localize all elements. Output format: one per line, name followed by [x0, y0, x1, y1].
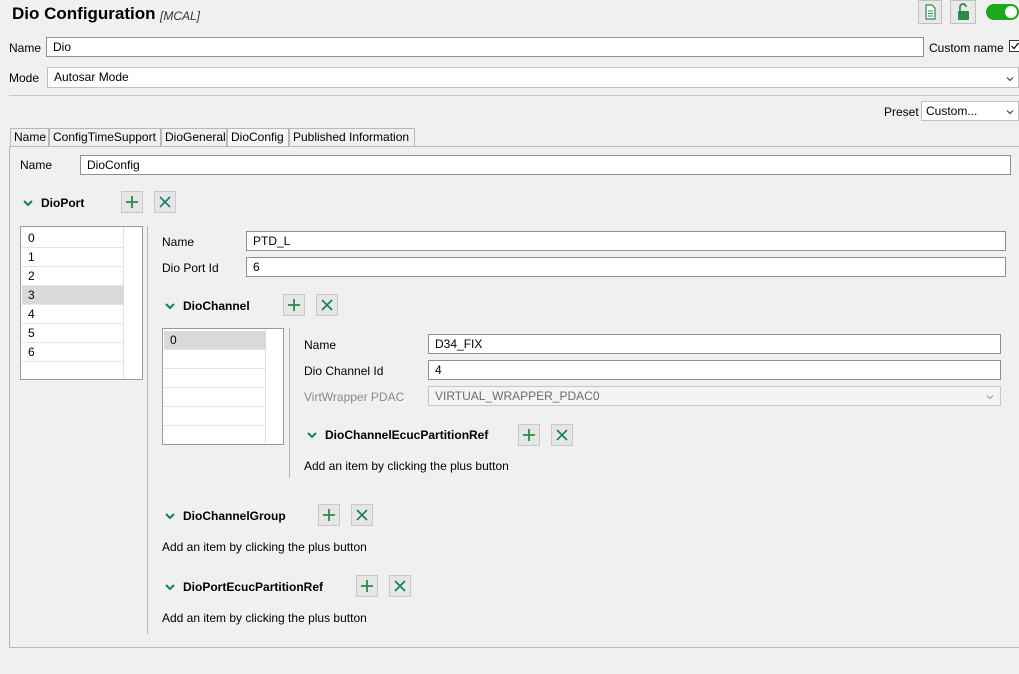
diochannel-name-input[interactable]: D34_FIX [428, 334, 1001, 354]
diochannel-title: DioChannel [183, 299, 250, 313]
remove-diochannel-ecuc-button[interactable] [551, 424, 573, 446]
dioport-title: DioPort [41, 196, 85, 210]
custom-name-label: Custom name [929, 41, 1004, 55]
dioport-name-input[interactable]: PTD_L [246, 231, 1006, 251]
list-item [164, 388, 266, 407]
list-item[interactable]: 6 [22, 343, 124, 362]
add-diochannelgroup-button[interactable] [318, 504, 340, 526]
divider [9, 95, 1019, 96]
page-subtitle: [MCAL] [160, 9, 201, 23]
list-item[interactable]: 0 [164, 331, 266, 350]
custom-name-checkbox[interactable] [1009, 40, 1019, 52]
add-dioport-ecuc-button[interactable] [356, 575, 378, 597]
close-icon [394, 580, 406, 592]
remove-diochannelgroup-button[interactable] [351, 504, 373, 526]
plus-icon [288, 299, 300, 311]
list-item[interactable]: 2 [22, 267, 124, 286]
plus-icon [126, 196, 138, 208]
preset-select-value: Custom... [926, 104, 978, 118]
list-item [164, 369, 266, 388]
close-icon [159, 196, 171, 208]
list-item[interactable]: 1 [22, 248, 124, 267]
page-title: Dio Configuration [12, 4, 156, 23]
virtwrapper-label: VirtWrapper PDAC [304, 390, 405, 404]
tab-name[interactable]: Name [10, 128, 49, 146]
plus-icon [361, 580, 373, 592]
name-input[interactable]: Dio [46, 37, 924, 57]
chevron-down-icon[interactable] [164, 510, 176, 522]
chevron-down-icon[interactable] [22, 197, 34, 209]
list-item[interactable]: 5 [22, 324, 124, 343]
dioport-ecuc-title: DioPortEcucPartitionRef [183, 580, 324, 594]
lock-open-icon[interactable] [950, 0, 976, 24]
dioport-id-input[interactable]: 6 [246, 257, 1006, 277]
chevron-down-icon[interactable] [164, 581, 176, 593]
chevron-down-icon [1006, 110, 1014, 115]
list-item[interactable]: 4 [22, 305, 124, 324]
diochannel-ecuc-hint: Add an item by clicking the plus button [304, 459, 509, 473]
add-dioport-button[interactable] [121, 191, 143, 213]
chevron-down-icon[interactable] [306, 429, 318, 441]
file-icon[interactable] [918, 0, 942, 24]
remove-diochannel-button[interactable] [316, 294, 338, 316]
dioport-ecuc-hint: Add an item by clicking the plus button [162, 611, 367, 625]
diochannel-name-label: Name [304, 338, 337, 352]
chevron-down-icon [1006, 76, 1014, 81]
tab-dio-config[interactable]: DioConfig [227, 128, 289, 146]
diochannel-ecuc-title: DioChannelEcucPartitionRef [325, 428, 489, 442]
divider [289, 328, 290, 478]
chevron-down-icon [986, 395, 994, 400]
plus-icon [523, 429, 535, 441]
preset-label: Preset [884, 105, 919, 119]
remove-dioport-button[interactable] [154, 191, 176, 213]
add-diochannel-ecuc-button[interactable] [518, 424, 540, 446]
divider [147, 226, 148, 634]
diochannelgroup-title: DioChannelGroup [183, 509, 286, 523]
close-icon [321, 299, 333, 311]
virtwrapper-select-value: VIRTUAL_WRAPPER_PDAC0 [435, 389, 600, 403]
diochannel-id-label: Dio Channel Id [304, 364, 384, 378]
list-item[interactable]: 3 [22, 286, 124, 305]
list-item [164, 407, 266, 426]
preset-select[interactable]: Custom... [921, 101, 1019, 121]
tab-published-information[interactable]: Published Information [289, 128, 415, 146]
dioport-name-label: Name [162, 235, 195, 249]
tab-config-time-support[interactable]: ConfigTimeSupport [49, 128, 161, 146]
mode-select-value: Autosar Mode [54, 70, 129, 84]
dioport-id-label: Dio Port Id [162, 261, 219, 275]
close-icon [556, 429, 568, 441]
list-item[interactable]: 0 [22, 229, 124, 248]
dioconfig-name-label: Name [20, 158, 53, 172]
mode-label: Mode [9, 71, 40, 85]
tab-dio-general[interactable]: DioGeneral [161, 128, 227, 146]
name-label: Name [9, 41, 42, 55]
add-diochannel-button[interactable] [283, 294, 305, 316]
virtwrapper-select: VIRTUAL_WRAPPER_PDAC0 [428, 386, 1001, 406]
remove-dioport-ecuc-button[interactable] [389, 575, 411, 597]
plus-icon [323, 509, 335, 521]
list-item [164, 350, 266, 369]
dioport-list[interactable]: 0 1 2 3 4 5 6 [20, 226, 143, 380]
toggle-on-icon[interactable] [986, 4, 1019, 20]
diochannel-list[interactable]: 0 [162, 328, 284, 445]
close-icon [356, 509, 368, 521]
mode-select[interactable]: Autosar Mode [47, 67, 1019, 88]
dioconfig-name-input[interactable]: DioConfig [80, 155, 1011, 175]
chevron-down-icon[interactable] [164, 300, 176, 312]
diochannel-id-input[interactable]: 4 [428, 360, 1001, 380]
diochannelgroup-hint: Add an item by clicking the plus button [162, 540, 367, 554]
